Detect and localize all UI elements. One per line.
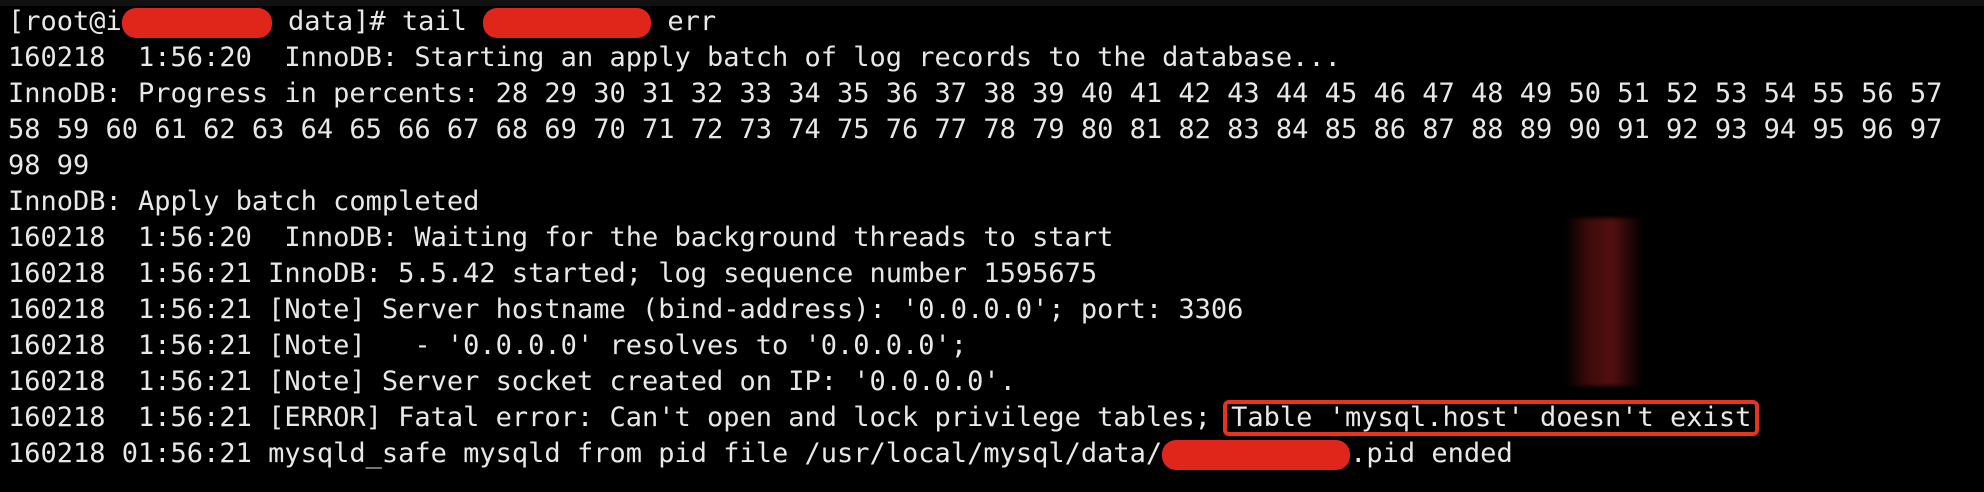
prompt-prefix: [root@i: [8, 6, 122, 37]
error-highlight-box: Table 'mysql.host' doesn't exist: [1223, 400, 1760, 436]
prompt-suffix: data]# tail: [271, 6, 484, 37]
terminal-window[interactable]: [root@i data]# tail err 160218 1:56:20 I…: [0, 0, 1984, 492]
command-suffix: err: [651, 6, 717, 37]
log-line: 160218 1:56:21 InnoDB: 5.5.42 started; l…: [8, 258, 1098, 289]
error-log-line: 160218 1:56:21 [ERROR] Fatal error: Can'…: [8, 400, 1760, 436]
redacted-pid-filename: [1162, 439, 1351, 470]
log-line: 160218 1:56:21 [Note] Server hostname (b…: [8, 294, 1244, 325]
prompt-line: [root@i data]# tail err: [8, 4, 716, 40]
log-line: 58 59 60 61 62 63 64 65 66 67 68 69 70 7…: [8, 114, 1943, 145]
log-line: 160218 1:56:20 InnoDB: Waiting for the b…: [8, 222, 1114, 253]
redacted-hostname: [121, 7, 272, 38]
redacted-filename: [483, 7, 652, 38]
last-line-prefix: 160218 01:56:21 mysqld_safe mysqld from …: [8, 438, 1163, 469]
log-line: InnoDB: Progress in percents: 28 29 30 3…: [8, 78, 1943, 109]
log-line: 160218 1:56:21 [Note] - '0.0.0.0' resolv…: [8, 330, 968, 361]
log-line: 160218 1:56:21 [Note] Server socket crea…: [8, 366, 1016, 397]
log-line: 98 99: [8, 150, 90, 181]
last-log-line: 160218 01:56:21 mysqld_safe mysqld from …: [8, 436, 1513, 472]
log-line: InnoDB: Apply batch completed: [8, 186, 480, 217]
log-line: 160218 1:56:20 InnoDB: Starting an apply…: [8, 42, 1341, 73]
error-line-prefix: 160218 1:56:21 [ERROR] Fatal error: Can'…: [8, 402, 1228, 433]
last-line-suffix: .pid ended: [1350, 438, 1513, 469]
pixelated-redaction: [1565, 218, 1643, 386]
